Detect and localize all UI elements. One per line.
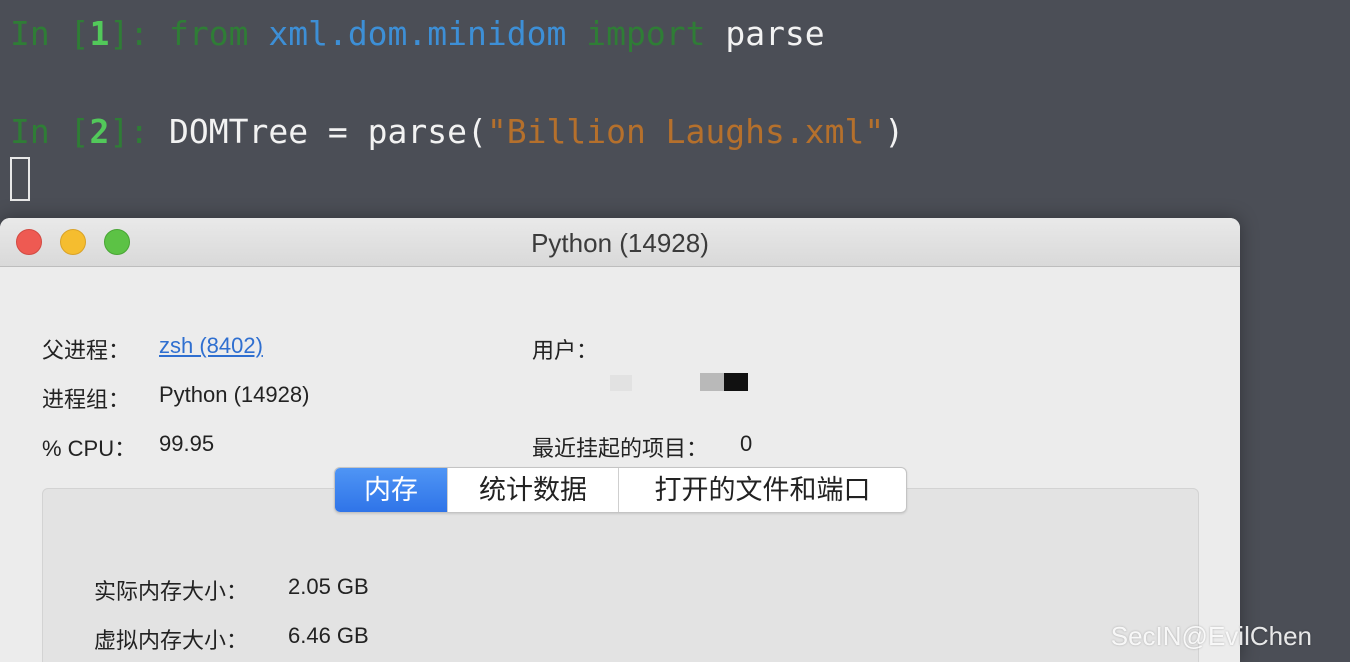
real-memory-value: 2.05 GB [288,574,369,599]
prompt-number: 1 [89,14,110,53]
virtual-memory-value: 6.46 GB [288,623,369,648]
tab-open-files-ports[interactable]: 打开的文件和端口 [618,468,906,512]
prompt-close: ]: [109,14,150,53]
parent-process-label: 父进程： [42,338,131,363]
recent-hangs-label: 最近挂起的项目： [532,436,709,461]
code-close-paren: ) [884,112,905,151]
imported-name: parse [725,14,825,53]
window-content: 父进程： zsh (8402) 用户： 进程组： Python (14928) … [0,267,1240,662]
tab-memory[interactable]: 内存 [335,468,447,512]
redacted-user-block [724,373,748,391]
process-info-window: Python (14928) 父进程： zsh (8402) 用户： 进程组： … [0,218,1240,662]
process-group-value: Python (14928) [159,382,310,407]
memory-group-box: 实际内存大小： 2.05 GB 虚拟内存大小： 6.46 GB [42,488,1199,662]
prompt-number: 2 [89,112,110,151]
redacted-user-block [610,375,632,391]
recent-hangs-value: 0 [740,431,753,456]
window-title: Python (14928) [531,228,709,258]
code-string: "Billion Laughs.xml" [486,112,885,151]
prompt-in: In [ [10,112,90,151]
cpu-label: % CPU： [42,436,137,461]
user-label: 用户： [532,338,599,363]
watermark: SecIN@EvilChen [1110,621,1312,651]
module-name: xml.dom.minidom [268,14,567,53]
code-call: DOMTree = parse( [168,112,487,151]
input-cell-2: In [2]: DOMTree = parse("Billion Laughs.… [10,112,904,152]
keyword-from: from [168,14,249,53]
virtual-memory-label: 虚拟内存大小： [94,628,249,653]
keyword-import: import [586,14,706,53]
input-cell-1: In [1]: from xml.dom.minidom import pars… [10,14,825,54]
title-bar[interactable]: Python (14928) [0,218,1240,267]
redacted-user-block [700,373,724,391]
parent-process-link[interactable]: zsh (8402) [159,333,263,359]
cpu-value: 99.95 [159,431,215,456]
real-memory-label: 实际内存大小： [94,579,249,604]
text-cursor [10,157,30,201]
tab-segmented-control: 内存 统计数据 打开的文件和端口 [334,467,907,513]
prompt-close: ]: [109,112,150,151]
prompt-in: In [ [10,14,90,53]
process-group-label: 进程组： [42,387,131,412]
tab-statistics[interactable]: 统计数据 [447,468,618,512]
